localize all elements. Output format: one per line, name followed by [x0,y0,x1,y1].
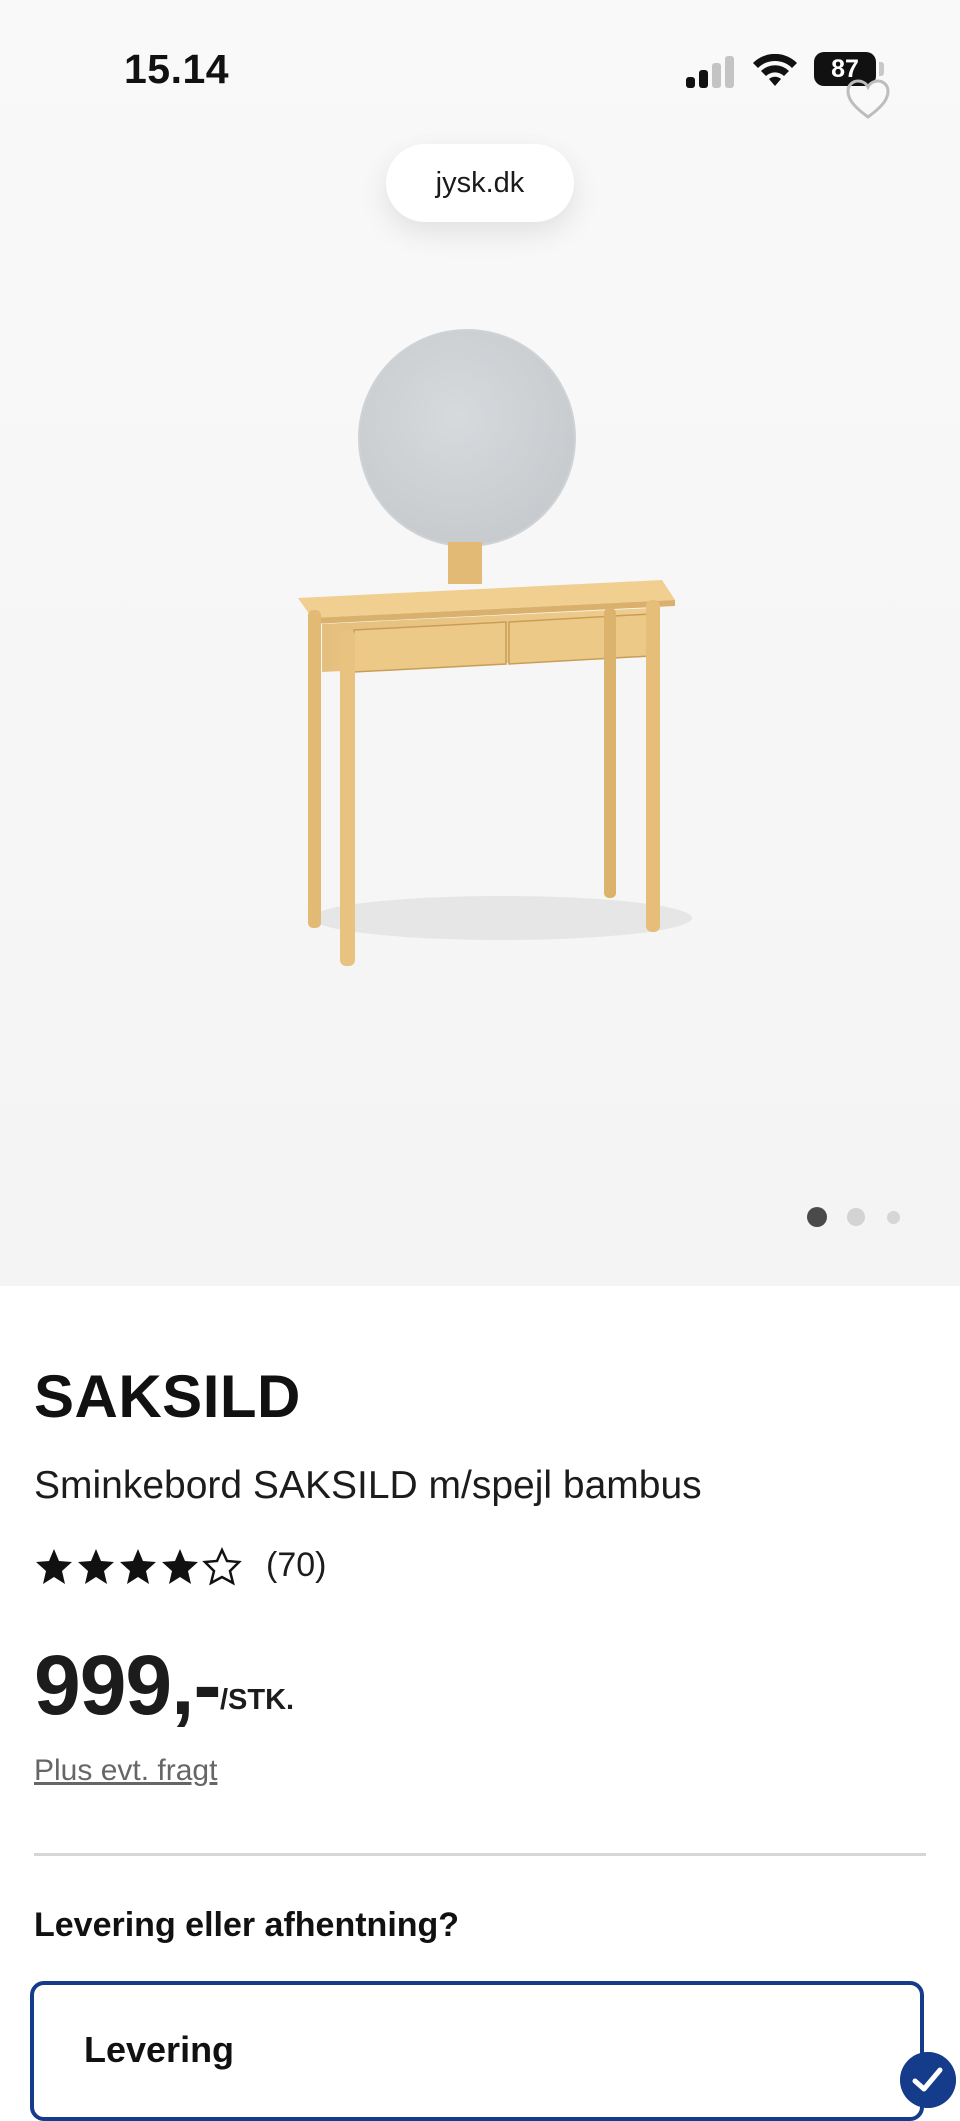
gallery-pagination[interactable] [805,1205,905,1229]
star-filled-icon [78,1549,114,1584]
product-price: 999,- [34,1638,221,1732]
wifi-icon [753,54,797,86]
product-image[interactable] [232,300,732,1000]
browser-url-pill[interactable]: jysk.dk [386,144,574,222]
section-divider [34,1853,926,1856]
product-brand: SAKSILD [34,1363,301,1430]
gallery-dot-active[interactable] [807,1207,827,1227]
battery-cap [879,62,884,76]
delivery-option-card[interactable]: Levering [30,1981,924,2121]
price-unit: /STK. [220,1684,295,1716]
checkmark-icon [900,2052,956,2108]
heart-outline-icon[interactable] [845,78,891,120]
status-bar-time: 15.14 [124,46,230,92]
cellular-signal-icon [686,56,738,88]
gallery-dot[interactable] [847,1208,865,1226]
star-outline-icon [202,1547,242,1586]
star-filled-icon [36,1549,72,1584]
rating-stars [36,1547,242,1586]
delivery-heading: Levering eller afhentning? [34,1906,460,1944]
product-gallery[interactable]: 15.14 87 jysk.dk [0,0,960,1286]
product-name: Sminkebord SAKSILD m/spejl bambus [34,1464,702,1507]
freight-info-link[interactable]: Plus evt. fragt [34,1754,217,1788]
review-count[interactable]: (70) [266,1546,326,1585]
star-filled-icon [162,1549,198,1584]
star-filled-icon [120,1549,156,1584]
gallery-dot[interactable] [887,1211,900,1224]
delivery-option-label: Levering [84,2029,235,2070]
